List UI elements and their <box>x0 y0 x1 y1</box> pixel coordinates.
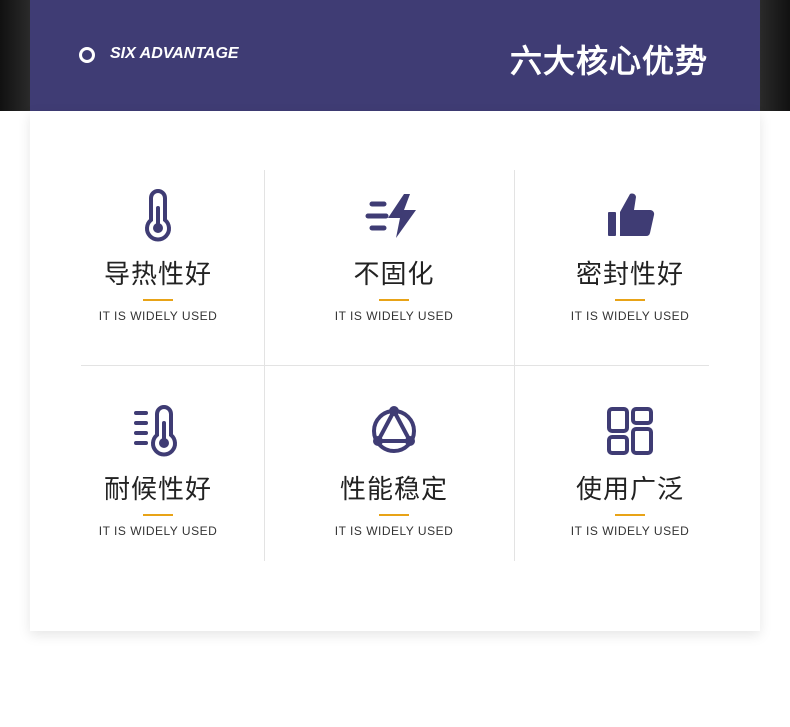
thumbs-up-icon <box>608 193 655 237</box>
accent-bar <box>379 299 409 301</box>
dashboard-layout-icon <box>607 407 653 455</box>
advantage-subtext: IT IS WIDELY USED <box>334 524 454 538</box>
right-dark-edge <box>760 0 790 111</box>
advantage-label: 不固化 <box>353 260 435 290</box>
ring-icon <box>79 47 95 63</box>
temperature-scale-icon <box>134 404 177 457</box>
advantage-item: 使用广泛 IT IS WIDELY USED <box>530 401 730 538</box>
advantages-grid: 导热性好 IT IS WIDELY USED 不固化 IT IS WIDELY … <box>30 111 760 631</box>
advantage-subtext: IT IS WIDELY USED <box>98 524 218 538</box>
grid-divider-horizontal <box>81 365 709 366</box>
advantage-label: 密封性好 <box>575 260 684 290</box>
advantages-card: 导热性好 IT IS WIDELY USED 不固化 IT IS WIDELY … <box>30 111 760 631</box>
grid-divider-vertical-1 <box>264 170 265 561</box>
triangle-nodes-icon <box>372 406 416 453</box>
advantage-label: 耐候性好 <box>103 475 212 505</box>
accent-bar <box>143 514 173 516</box>
lightning-speed-icon <box>365 194 416 238</box>
header-band: SIX ADVANTAGE 六大核心优势 <box>30 0 760 111</box>
grid-divider-vertical-2 <box>514 170 515 561</box>
thermometer-icon <box>145 188 171 242</box>
accent-bar <box>615 514 645 516</box>
advantage-label: 使用广泛 <box>575 475 684 505</box>
advantage-item: 不固化 IT IS WIDELY USED <box>294 186 494 323</box>
advantage-label: 性能稳定 <box>339 475 448 505</box>
advantage-subtext: IT IS WIDELY USED <box>98 309 218 323</box>
left-dark-edge <box>0 0 30 111</box>
accent-bar <box>615 299 645 301</box>
advantage-subtext: IT IS WIDELY USED <box>570 524 690 538</box>
advantage-label: 导热性好 <box>103 260 212 290</box>
advantage-item: 耐候性好 IT IS WIDELY USED <box>58 401 258 538</box>
section-subtitle: SIX ADVANTAGE <box>110 45 239 62</box>
section-title: 六大核心优势 <box>509 42 708 80</box>
advantage-item: 性能稳定 IT IS WIDELY USED <box>294 401 494 538</box>
advantage-subtext: IT IS WIDELY USED <box>334 309 454 323</box>
accent-bar <box>143 299 173 301</box>
accent-bar <box>379 514 409 516</box>
advantage-subtext: IT IS WIDELY USED <box>570 309 690 323</box>
advantage-item: 密封性好 IT IS WIDELY USED <box>530 186 730 323</box>
advantage-item: 导热性好 IT IS WIDELY USED <box>58 186 258 323</box>
